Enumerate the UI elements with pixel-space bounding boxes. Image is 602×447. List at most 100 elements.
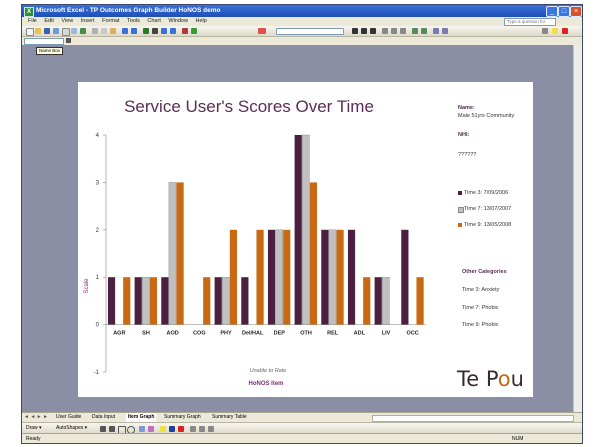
legend-swatch-time9 bbox=[458, 223, 462, 227]
percent-icon[interactable] bbox=[421, 28, 427, 34]
tab-user-guide[interactable]: User Guide bbox=[56, 413, 81, 422]
drawing-icon[interactable] bbox=[191, 28, 197, 34]
x-category-label: Del/HAL bbox=[242, 331, 264, 337]
draw-fill-icon[interactable] bbox=[160, 426, 166, 432]
bar-dep-series2 bbox=[275, 229, 283, 325]
minimize-icon[interactable]: _ bbox=[546, 6, 558, 17]
draw-font-color-icon[interactable] bbox=[178, 426, 184, 432]
bar-sh-series2 bbox=[141, 276, 150, 325]
font-color-icon[interactable] bbox=[562, 28, 568, 34]
menu-insert[interactable]: Insert bbox=[81, 17, 95, 26]
paste-icon[interactable] bbox=[110, 28, 116, 34]
maximize-icon[interactable]: □ bbox=[558, 6, 570, 17]
bar-sh-series3 bbox=[149, 277, 157, 325]
new-icon[interactable] bbox=[26, 28, 34, 36]
undo-icon[interactable] bbox=[122, 28, 128, 34]
bar-rel-series2 bbox=[328, 229, 337, 325]
horizontal-scrollbar[interactable] bbox=[372, 415, 574, 422]
bar-rel-series3 bbox=[336, 229, 344, 325]
cut-icon[interactable] bbox=[92, 28, 98, 34]
tab-summary-graph[interactable]: Summary Graph bbox=[164, 413, 201, 422]
close-icon[interactable]: × bbox=[570, 6, 582, 17]
increase-indent-icon[interactable] bbox=[433, 28, 439, 34]
bold-icon[interactable] bbox=[352, 28, 358, 34]
align-left-icon[interactable] bbox=[382, 28, 388, 34]
sort-descending-icon[interactable] bbox=[170, 28, 176, 34]
help-icon[interactable] bbox=[258, 28, 266, 34]
menu-window[interactable]: Window bbox=[168, 17, 188, 26]
shadow-icon[interactable] bbox=[208, 426, 214, 432]
y-tick-label: 3 bbox=[96, 180, 100, 186]
y-axis-title: Scale bbox=[84, 278, 90, 294]
print-icon[interactable] bbox=[62, 28, 70, 36]
tab-summary-table[interactable]: Summary Table bbox=[212, 413, 247, 422]
tab-scroll-icon[interactable]: ◄ ◄ ► ► bbox=[24, 413, 48, 422]
menu-file[interactable]: File bbox=[28, 17, 37, 26]
line-icon[interactable] bbox=[100, 426, 106, 432]
other-category-time3: Time 3: Anxiety bbox=[462, 287, 500, 293]
te-pou-logo: Te Pou bbox=[457, 367, 524, 391]
y-tick-label: 2 bbox=[96, 228, 100, 234]
copy-icon[interactable] bbox=[101, 28, 107, 34]
name-box[interactable] bbox=[24, 38, 64, 45]
decrease-indent-icon[interactable] bbox=[442, 28, 448, 34]
align-right-icon[interactable] bbox=[400, 28, 406, 34]
tab-data-input[interactable]: Data Input bbox=[92, 413, 115, 422]
chart-wizard-icon[interactable] bbox=[182, 28, 188, 34]
menu-tools[interactable]: Tools bbox=[127, 17, 140, 26]
arrow-icon[interactable] bbox=[109, 426, 115, 432]
x-category-label: OCC bbox=[407, 331, 419, 337]
bar-cog-series3 bbox=[203, 277, 211, 325]
status-bar: Ready NUM bbox=[22, 433, 582, 443]
ask-question-input[interactable]: Type a question for help bbox=[504, 18, 556, 30]
textbox-icon[interactable] bbox=[139, 426, 145, 432]
italic-icon[interactable] bbox=[361, 28, 367, 34]
chart-objects-dropdown[interactable] bbox=[276, 28, 344, 35]
bar-dep-series1 bbox=[267, 229, 276, 325]
bar-aod-series2 bbox=[168, 182, 177, 325]
x-category-label: REL bbox=[327, 331, 339, 337]
menu-help[interactable]: Help bbox=[195, 17, 206, 26]
save-icon[interactable] bbox=[44, 28, 50, 34]
menu-chart[interactable]: Chart bbox=[147, 17, 160, 26]
dash-style-icon[interactable] bbox=[199, 426, 205, 432]
bar-oth-series3 bbox=[309, 182, 317, 325]
vertical-scrollbar[interactable] bbox=[573, 45, 582, 412]
window-title: Microsoft Excel - TP Outcomes Graph Buil… bbox=[36, 7, 221, 14]
wordart-icon[interactable] bbox=[148, 426, 154, 432]
redo-icon[interactable] bbox=[131, 28, 137, 34]
menu-bar: File Edit View Insert Format Tools Chart… bbox=[22, 17, 582, 30]
print-preview-icon[interactable] bbox=[71, 28, 77, 34]
borders-icon[interactable] bbox=[542, 28, 548, 34]
bar-sh-series1 bbox=[134, 277, 142, 325]
insert-hyperlink-icon[interactable] bbox=[143, 28, 149, 34]
num-lock-indicator: NUM bbox=[512, 436, 524, 442]
bar-agr-series1 bbox=[107, 277, 116, 325]
align-center-icon[interactable] bbox=[391, 28, 397, 34]
currency-icon[interactable] bbox=[412, 28, 418, 34]
bar-aod-series1 bbox=[161, 277, 169, 325]
spelling-icon[interactable] bbox=[80, 28, 86, 34]
fill-color-icon[interactable] bbox=[552, 28, 558, 34]
draw-line-color-icon[interactable] bbox=[169, 426, 175, 432]
name-box-tooltip: Name Box bbox=[36, 47, 64, 55]
y-tick-label: 1 bbox=[96, 275, 100, 281]
permission-icon[interactable] bbox=[53, 28, 59, 34]
tab-item-graph[interactable]: Item Graph bbox=[126, 413, 157, 422]
menu-view[interactable]: View bbox=[61, 17, 73, 26]
autosum-icon[interactable] bbox=[152, 28, 158, 34]
sort-ascending-icon[interactable] bbox=[161, 28, 167, 34]
underline-icon[interactable] bbox=[370, 28, 376, 34]
line-style-icon[interactable] bbox=[190, 426, 196, 432]
x-category-label: LIV bbox=[382, 331, 391, 337]
bar-liv-series2 bbox=[382, 276, 390, 325]
nhi-label: NHI: bbox=[458, 132, 470, 138]
menu-format[interactable]: Format bbox=[102, 17, 119, 26]
function-icon[interactable] bbox=[66, 38, 71, 43]
x-category-label: AOD bbox=[167, 331, 179, 337]
open-icon[interactable] bbox=[35, 28, 41, 34]
menu-edit[interactable]: Edit bbox=[44, 17, 53, 26]
chart-sheet[interactable]: Service User's Scores Over Time -1 0 1 2 3 4 A… bbox=[78, 82, 533, 397]
excel-icon: X bbox=[24, 7, 34, 17]
x-category-label: ADL bbox=[354, 331, 366, 337]
